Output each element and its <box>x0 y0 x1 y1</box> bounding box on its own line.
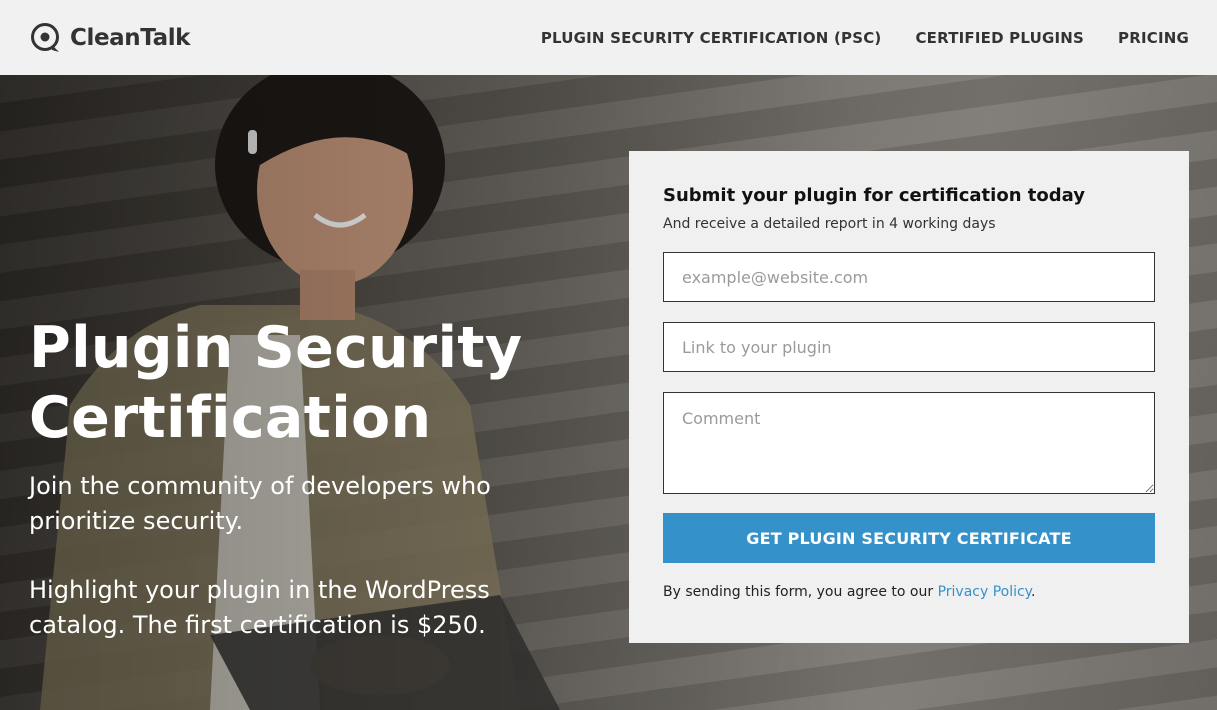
nav-link-psc[interactable]: PLUGIN SECURITY CERTIFICATION (PSC) <box>541 29 882 47</box>
logo[interactable]: CleanTalk <box>30 22 190 54</box>
main-nav: PLUGIN SECURITY CERTIFICATION (PSC) CERT… <box>541 29 1189 47</box>
hero-title: Plugin Security Certification <box>29 315 523 451</box>
comment-field[interactable] <box>663 392 1155 494</box>
consent-suffix: . <box>1030 584 1036 600</box>
consent-text: By sending this form, you agree to our P… <box>663 584 1155 600</box>
email-field[interactable] <box>663 252 1155 302</box>
get-certificate-button[interactable]: GET PLUGIN SECURITY CERTIFICATE <box>663 513 1155 563</box>
form-title: Submit your plugin for certification tod… <box>663 185 1085 206</box>
nav-link-certified-plugins[interactable]: CERTIFIED PLUGINS <box>915 29 1084 47</box>
cleantalk-logo-icon <box>31 22 59 52</box>
form-subtitle: And receive a detailed report in 4 worki… <box>663 216 996 232</box>
logo-text: CleanTalk <box>70 24 191 51</box>
certification-form-card: Submit your plugin for certification tod… <box>629 151 1189 643</box>
site-header: CleanTalk PLUGIN SECURITY CERTIFICATION … <box>0 0 1217 75</box>
hero-pricing-text: Highlight your plugin in the WordPress c… <box>29 576 490 639</box>
consent-prefix: By sending this form, you agree to our <box>663 584 938 600</box>
privacy-policy-link[interactable]: Privacy Policy <box>938 584 1031 600</box>
hero-subtitle: Join the community of developers who pri… <box>29 472 491 535</box>
plugin-link-field[interactable] <box>663 322 1155 372</box>
nav-link-pricing[interactable]: PRICING <box>1118 29 1189 47</box>
